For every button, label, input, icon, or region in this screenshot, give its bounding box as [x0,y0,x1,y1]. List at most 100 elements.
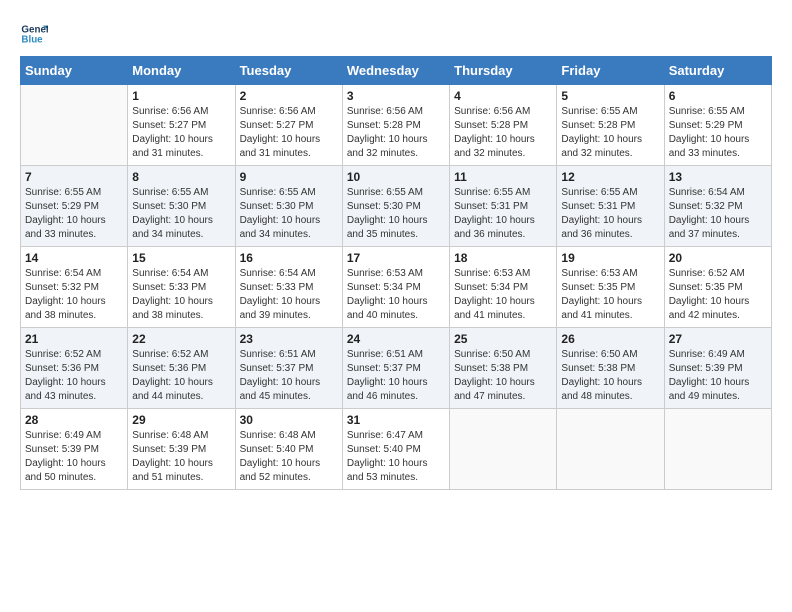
day-number: 22 [132,332,230,346]
calendar-cell: 4 Sunrise: 6:56 AMSunset: 5:28 PMDaylight… [450,85,557,166]
day-info: Sunrise: 6:56 AMSunset: 5:28 PMDaylight:… [454,105,552,161]
day-info: Sunrise: 6:54 AMSunset: 5:32 PMDaylight:… [669,186,767,242]
day-number: 28 [25,413,123,427]
calendar-cell [450,409,557,490]
calendar-week-row: 14 Sunrise: 6:54 AMSunset: 5:32 PMDayligh… [21,247,772,328]
day-number: 12 [561,170,659,184]
day-info: Sunrise: 6:49 AMSunset: 5:39 PMDaylight:… [25,429,123,485]
calendar-cell: 27 Sunrise: 6:49 AMSunset: 5:39 PMDayligh… [664,328,771,409]
calendar-cell: 12 Sunrise: 6:55 AMSunset: 5:31 PMDayligh… [557,166,664,247]
calendar-cell: 20 Sunrise: 6:52 AMSunset: 5:35 PMDayligh… [664,247,771,328]
header-friday: Friday [557,57,664,85]
day-info: Sunrise: 6:52 AMSunset: 5:36 PMDaylight:… [25,348,123,404]
day-info: Sunrise: 6:56 AMSunset: 5:27 PMDaylight:… [240,105,338,161]
day-info: Sunrise: 6:55 AMSunset: 5:31 PMDaylight:… [454,186,552,242]
day-number: 14 [25,251,123,265]
day-info: Sunrise: 6:55 AMSunset: 5:31 PMDaylight:… [561,186,659,242]
day-info: Sunrise: 6:50 AMSunset: 5:38 PMDaylight:… [561,348,659,404]
calendar-cell: 8 Sunrise: 6:55 AMSunset: 5:30 PMDaylight… [128,166,235,247]
calendar-cell: 5 Sunrise: 6:55 AMSunset: 5:28 PMDaylight… [557,85,664,166]
calendar-cell: 2 Sunrise: 6:56 AMSunset: 5:27 PMDaylight… [235,85,342,166]
calendar-cell: 21 Sunrise: 6:52 AMSunset: 5:36 PMDayligh… [21,328,128,409]
day-number: 26 [561,332,659,346]
day-number: 5 [561,89,659,103]
day-number: 29 [132,413,230,427]
calendar-cell: 17 Sunrise: 6:53 AMSunset: 5:34 PMDayligh… [342,247,449,328]
day-number: 20 [669,251,767,265]
day-info: Sunrise: 6:50 AMSunset: 5:38 PMDaylight:… [454,348,552,404]
calendar-cell: 18Sunrise: 6:53 AMSunset: 5:34 PMDayligh… [450,247,557,328]
day-info: Sunrise: 6:51 AMSunset: 5:37 PMDaylight:… [347,348,445,404]
calendar-cell: 9 Sunrise: 6:55 AMSunset: 5:30 PMDaylight… [235,166,342,247]
page-header: General Blue [20,20,772,48]
day-number: 16 [240,251,338,265]
day-number: 27 [669,332,767,346]
day-number: 21 [25,332,123,346]
day-info: Sunrise: 6:48 AMSunset: 5:40 PMDaylight:… [240,429,338,485]
day-info: Sunrise: 6:54 AMSunset: 5:33 PMDaylight:… [240,267,338,323]
day-number: 4 [454,89,552,103]
day-info: Sunrise: 6:53 AMSunset: 5:34 PMDaylight:… [347,267,445,323]
day-info: Sunrise: 6:55 AMSunset: 5:30 PMDaylight:… [132,186,230,242]
day-number: 23 [240,332,338,346]
calendar-cell: 7 Sunrise: 6:55 AMSunset: 5:29 PMDaylight… [21,166,128,247]
day-number: 7 [25,170,123,184]
day-info: Sunrise: 6:51 AMSunset: 5:37 PMDaylight:… [240,348,338,404]
calendar-cell: 13 Sunrise: 6:54 AMSunset: 5:32 PMDayligh… [664,166,771,247]
day-number: 6 [669,89,767,103]
svg-text:Blue: Blue [21,34,43,45]
calendar-cell: 6Sunrise: 6:55 AMSunset: 5:29 PMDaylight… [664,85,771,166]
calendar-cell: 31 Sunrise: 6:47 AMSunset: 5:40 PMDayligh… [342,409,449,490]
day-number: 11 [454,170,552,184]
header-tuesday: Tuesday [235,57,342,85]
logo-icon: General Blue [20,20,48,48]
day-info: Sunrise: 6:55 AMSunset: 5:28 PMDaylight:… [561,105,659,161]
day-number: 13 [669,170,767,184]
day-number: 31 [347,413,445,427]
calendar-cell: 3 Sunrise: 6:56 AMSunset: 5:28 PMDaylight… [342,85,449,166]
day-number: 2 [240,89,338,103]
day-info: Sunrise: 6:54 AMSunset: 5:32 PMDaylight:… [25,267,123,323]
calendar-cell: 30 Sunrise: 6:48 AMSunset: 5:40 PMDayligh… [235,409,342,490]
calendar-cell [664,409,771,490]
day-info: Sunrise: 6:47 AMSunset: 5:40 PMDaylight:… [347,429,445,485]
day-number: 10 [347,170,445,184]
calendar-cell: 16 Sunrise: 6:54 AMSunset: 5:33 PMDayligh… [235,247,342,328]
day-info: Sunrise: 6:55 AMSunset: 5:30 PMDaylight:… [240,186,338,242]
day-info: Sunrise: 6:49 AMSunset: 5:39 PMDaylight:… [669,348,767,404]
calendar-cell: 1 Sunrise: 6:56 AMSunset: 5:27 PMDaylight… [128,85,235,166]
day-number: 8 [132,170,230,184]
day-info: Sunrise: 6:48 AMSunset: 5:39 PMDaylight:… [132,429,230,485]
header-wednesday: Wednesday [342,57,449,85]
calendar-cell: 28 Sunrise: 6:49 AMSunset: 5:39 PMDayligh… [21,409,128,490]
calendar-cell: 22Sunrise: 6:52 AMSunset: 5:36 PMDayligh… [128,328,235,409]
calendar-cell: 29 Sunrise: 6:48 AMSunset: 5:39 PMDayligh… [128,409,235,490]
calendar-table: SundayMondayTuesdayWednesdayThursdayFrid… [20,56,772,490]
logo: General Blue [20,20,52,48]
calendar-week-row: 28 Sunrise: 6:49 AMSunset: 5:39 PMDayligh… [21,409,772,490]
day-info: Sunrise: 6:56 AMSunset: 5:27 PMDaylight:… [132,105,230,161]
day-info: Sunrise: 6:56 AMSunset: 5:28 PMDaylight:… [347,105,445,161]
calendar-cell: 23 Sunrise: 6:51 AMSunset: 5:37 PMDayligh… [235,328,342,409]
day-number: 9 [240,170,338,184]
calendar-cell: 19Sunrise: 6:53 AMSunset: 5:35 PMDayligh… [557,247,664,328]
calendar-cell: 15Sunrise: 6:54 AMSunset: 5:33 PMDayligh… [128,247,235,328]
day-info: Sunrise: 6:55 AMSunset: 5:30 PMDaylight:… [347,186,445,242]
day-number: 17 [347,251,445,265]
calendar-header-row: SundayMondayTuesdayWednesdayThursdayFrid… [21,57,772,85]
calendar-cell: 25Sunrise: 6:50 AMSunset: 5:38 PMDayligh… [450,328,557,409]
day-number: 1 [132,89,230,103]
header-monday: Monday [128,57,235,85]
day-number: 24 [347,332,445,346]
calendar-cell: 24 Sunrise: 6:51 AMSunset: 5:37 PMDayligh… [342,328,449,409]
day-info: Sunrise: 6:53 AMSunset: 5:35 PMDaylight:… [561,267,659,323]
calendar-week-row: 1 Sunrise: 6:56 AMSunset: 5:27 PMDaylight… [21,85,772,166]
header-sunday: Sunday [21,57,128,85]
day-info: Sunrise: 6:55 AMSunset: 5:29 PMDaylight:… [25,186,123,242]
day-info: Sunrise: 6:52 AMSunset: 5:35 PMDaylight:… [669,267,767,323]
calendar-week-row: 21 Sunrise: 6:52 AMSunset: 5:36 PMDayligh… [21,328,772,409]
header-thursday: Thursday [450,57,557,85]
day-number: 3 [347,89,445,103]
day-number: 30 [240,413,338,427]
day-number: 18 [454,251,552,265]
